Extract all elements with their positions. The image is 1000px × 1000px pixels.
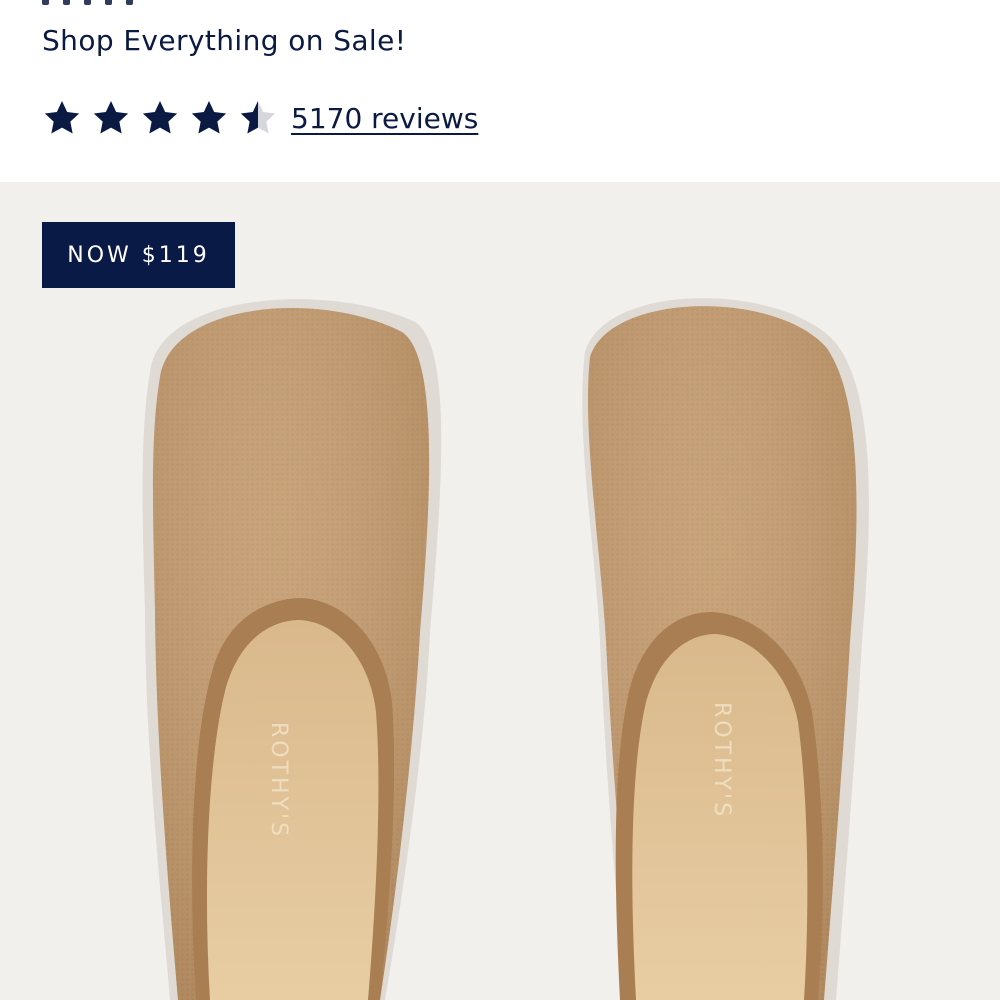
right-slipper: ROTHY'S bbox=[582, 298, 869, 1000]
rating-row: 5170 reviews bbox=[42, 96, 478, 140]
star-full-icon bbox=[140, 98, 180, 138]
brand-imprint-right: ROTHY'S bbox=[709, 702, 734, 819]
star-full-icon bbox=[189, 98, 229, 138]
star-half-icon bbox=[238, 98, 278, 138]
brand-imprint-left: ROTHY'S bbox=[266, 722, 291, 839]
star-rating bbox=[42, 96, 287, 140]
cropped-header-fragment bbox=[42, 0, 262, 6]
slippers-image: ROTHY'S ROTHY'S bbox=[142, 298, 869, 1000]
sale-promo-text[interactable]: Shop Everything on Sale! bbox=[42, 24, 406, 57]
star-full-icon bbox=[91, 98, 131, 138]
star-full-icon bbox=[42, 98, 82, 138]
product-page: Shop Everything on Sale! 5170 reviews RO… bbox=[0, 0, 1000, 1000]
reviews-link[interactable]: 5170 reviews bbox=[291, 102, 478, 135]
product-image-area[interactable]: ROTHY'S ROTHY'S NOW $119 bbox=[0, 182, 1000, 1000]
left-slipper: ROTHY'S bbox=[142, 299, 442, 1000]
price-badge: NOW $119 bbox=[42, 222, 235, 288]
